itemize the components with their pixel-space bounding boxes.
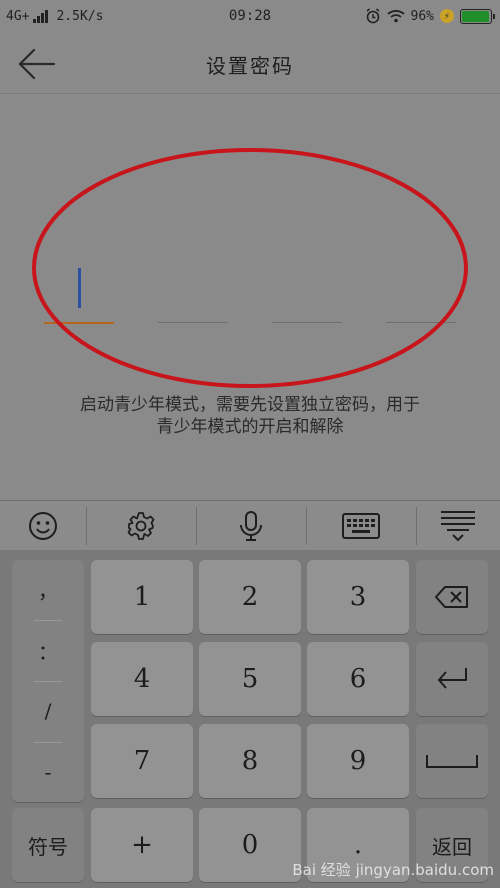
battery-percent: 96% bbox=[410, 8, 434, 24]
app-header: 设置密码 bbox=[0, 34, 500, 94]
password-slot-3[interactable] bbox=[272, 322, 342, 323]
keyboard-toolbar bbox=[0, 500, 500, 550]
space-button[interactable] bbox=[416, 724, 488, 798]
hide-keyboard-button[interactable] bbox=[416, 501, 500, 551]
enter-icon bbox=[438, 668, 467, 689]
wifi-icon bbox=[386, 10, 405, 23]
charging-icon: ⚡ bbox=[440, 9, 454, 23]
punct-key-dash[interactable]: - bbox=[12, 743, 84, 801]
status-right: 96% ⚡ bbox=[365, 8, 495, 24]
punctuation-column: ， ： / - bbox=[12, 560, 84, 802]
gear-icon bbox=[127, 512, 155, 540]
key-plus[interactable]: + bbox=[91, 808, 193, 882]
key-8[interactable]: 8 bbox=[199, 724, 301, 798]
delete-button[interactable] bbox=[416, 560, 488, 634]
numeric-keyboard: ， ： / - 1 2 3 4 5 6 7 8 9 符号 + 0 . 返回 Ba… bbox=[0, 550, 500, 888]
keyboard-icon bbox=[342, 513, 380, 539]
key-7[interactable]: 7 bbox=[91, 724, 193, 798]
hint-line-2: 青少年模式的开启和解除 bbox=[156, 417, 344, 437]
hide-keyboard-icon bbox=[441, 511, 475, 542]
space-icon bbox=[426, 755, 478, 768]
key-4[interactable]: 4 bbox=[91, 642, 193, 716]
emoji-button[interactable] bbox=[0, 501, 86, 551]
page-title: 设置密码 bbox=[206, 54, 294, 78]
settings-button[interactable] bbox=[86, 501, 196, 551]
password-slot-4[interactable] bbox=[386, 322, 456, 323]
watermark: Bai 经验 jingyan.baidu.com bbox=[292, 861, 494, 879]
voice-button[interactable] bbox=[196, 501, 306, 551]
key-6[interactable]: 6 bbox=[307, 642, 409, 716]
microphone-icon bbox=[240, 511, 262, 541]
symbol-button[interactable]: 符号 bbox=[12, 808, 84, 882]
enter-button[interactable] bbox=[416, 642, 488, 716]
status-bar: 4G+ 2.5K/s 09:28 96% ⚡ bbox=[0, 0, 500, 34]
alarm-icon bbox=[366, 8, 379, 24]
backspace-icon bbox=[435, 586, 468, 608]
key-3[interactable]: 3 bbox=[307, 560, 409, 634]
punct-key-slash[interactable]: / bbox=[12, 682, 84, 740]
hint-line-1: 启动青少年模式，需要先设置独立密码，用于 bbox=[80, 395, 420, 415]
key-9[interactable]: 9 bbox=[307, 724, 409, 798]
password-slot-2[interactable] bbox=[158, 322, 228, 323]
key-0[interactable]: 0 bbox=[199, 808, 301, 882]
hint-text: 启动青少年模式，需要先设置独立密码，用于 青少年模式的开启和解除 bbox=[30, 394, 470, 438]
keyboard-switch-button[interactable] bbox=[306, 501, 416, 551]
password-slot-1[interactable] bbox=[44, 322, 114, 324]
key-2[interactable]: 2 bbox=[199, 560, 301, 634]
emoji-icon bbox=[29, 512, 57, 540]
key-5[interactable]: 5 bbox=[199, 642, 301, 716]
text-cursor bbox=[78, 268, 81, 308]
battery-icon bbox=[460, 8, 495, 24]
punct-key-comma[interactable]: ， bbox=[12, 560, 84, 618]
punct-key-colon[interactable]: ： bbox=[12, 621, 84, 679]
key-1[interactable]: 1 bbox=[91, 560, 193, 634]
